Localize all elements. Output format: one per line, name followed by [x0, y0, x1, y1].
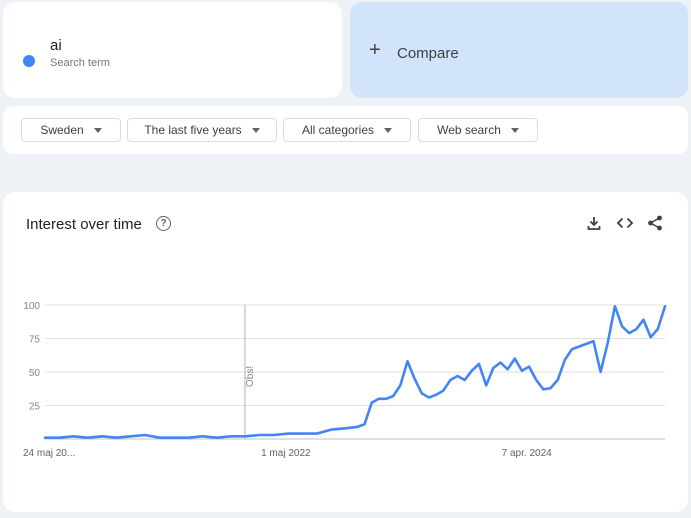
- search-term-name[interactable]: ai: [50, 37, 62, 54]
- x-tick-label: 1 maj 2022: [261, 448, 311, 459]
- time-range-dropdown[interactable]: The last five years: [127, 118, 277, 142]
- y-tick-label: 50: [29, 368, 41, 379]
- y-tick-label: 25: [29, 402, 41, 413]
- time-range-value: The last five years: [144, 123, 242, 137]
- plus-icon: +: [369, 39, 381, 61]
- compare-label: Compare: [397, 45, 459, 62]
- dropdown-arrow-icon: [510, 127, 519, 133]
- interest-over-time-card: Interest over time ? 25 50 75 100 24 maj 20.…: [3, 192, 688, 512]
- search-type-value: Web search: [437, 123, 501, 137]
- series-color-dot: [23, 55, 35, 67]
- y-tick-label: 100: [23, 301, 40, 312]
- region-dropdown[interactable]: Sweden: [21, 118, 121, 142]
- filter-bar: Sweden The last five years All categorie…: [3, 106, 688, 154]
- chart-grid: 25 50 75 100 24 maj 20... 1 maj 2022 7 apr. 20…: [23, 301, 665, 459]
- line-chart: 25 50 75 100 24 maj 20... 1 maj 2022 7 apr. 20…: [23, 301, 667, 459]
- annotation-label: Obs!: [245, 366, 256, 387]
- region-value: Sweden: [40, 123, 84, 137]
- y-tick-label: 75: [29, 335, 41, 346]
- compare-button[interactable]: + Compare: [350, 2, 688, 98]
- search-type-dropdown[interactable]: Web search: [418, 118, 538, 142]
- category-value: All categories: [301, 123, 375, 137]
- dropdown-arrow-icon: [93, 127, 102, 133]
- dropdown-arrow-icon: [251, 127, 260, 133]
- x-tick-label: 7 apr. 2024: [502, 448, 552, 459]
- search-term-card: ai Search term: [3, 2, 342, 98]
- x-tick-label: 24 maj 20...: [23, 448, 75, 459]
- search-term-subtitle: Search term: [50, 57, 110, 69]
- dropdown-arrow-icon: [384, 127, 393, 133]
- category-dropdown[interactable]: All categories: [283, 118, 411, 142]
